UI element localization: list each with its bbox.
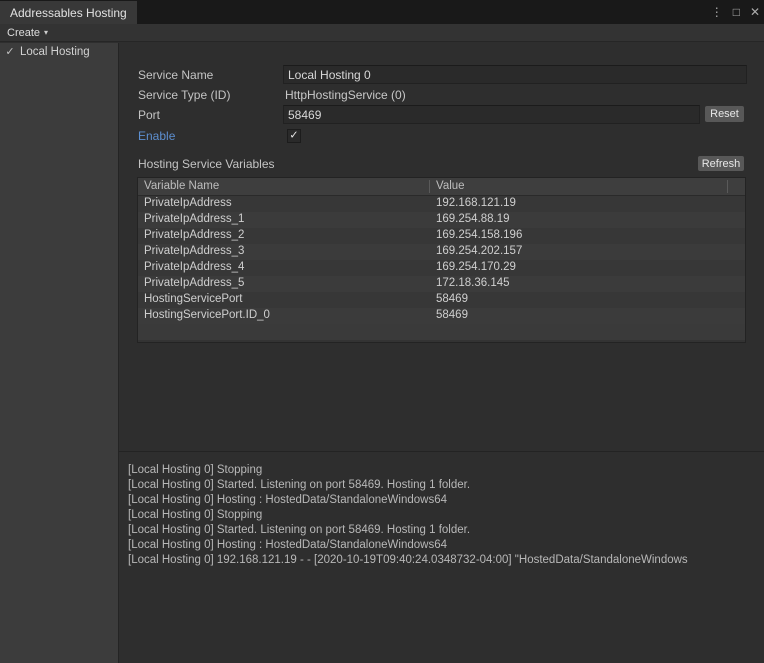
variables-table-body: PrivateIpAddress 192.168.121.19 PrivateI… — [138, 196, 745, 340]
variable-value-cell: 172.18.36.145 — [436, 277, 510, 289]
variable-value-cell: 192.168.121.19 — [436, 197, 516, 209]
title-bar: Addressables Hosting ⋮ □ ✕ — [0, 0, 764, 24]
log-line: [Local Hosting 0] Started. Listening on … — [128, 523, 764, 538]
log-panel: [Local Hosting 0] Stopping [Local Hostin… — [119, 452, 764, 663]
log-line: [Local Hosting 0] 192.168.121.19 - - [20… — [128, 553, 764, 568]
table-row[interactable]: PrivateIpAddress_5 172.18.36.145 — [138, 276, 745, 292]
port-input[interactable]: 58469 — [283, 105, 700, 124]
service-detail-panel: Service Name Local Hosting 0 Service Typ… — [119, 43, 764, 663]
variable-value-cell: 58469 — [436, 293, 468, 305]
variable-value-cell: 169.254.158.196 — [436, 229, 522, 241]
service-name-input[interactable]: Local Hosting 0 — [283, 65, 747, 84]
variable-name-cell: HostingServicePort — [144, 293, 242, 305]
refresh-button-label: Refresh — [702, 158, 741, 170]
service-type-value: HttpHostingService (0) — [285, 88, 406, 102]
variable-value-cell: 58469 — [436, 309, 468, 321]
sidebar-item-label: Local Hosting — [20, 46, 90, 58]
log-line: [Local Hosting 0] Hosting : HostedData/S… — [128, 538, 764, 553]
log-line: [Local Hosting 0] Stopping — [128, 508, 764, 523]
sidebar-item-local-hosting[interactable]: ✓ Local Hosting — [0, 43, 118, 60]
refresh-button[interactable]: Refresh — [697, 155, 745, 172]
column-header-value: Value — [436, 180, 465, 192]
column-divider[interactable] — [429, 180, 430, 193]
column-divider[interactable] — [727, 180, 728, 193]
maximize-icon[interactable]: □ — [733, 6, 740, 18]
create-dropdown-button[interactable]: Create ▾ — [0, 24, 55, 41]
variable-value-cell: 169.254.202.157 — [436, 245, 522, 257]
log-line: [Local Hosting 0] Hosting : HostedData/S… — [128, 493, 764, 508]
table-row[interactable]: PrivateIpAddress_2 169.254.158.196 — [138, 228, 745, 244]
service-enabled-check-icon: ✓ — [3, 45, 17, 58]
reset-button[interactable]: Reset — [704, 105, 745, 123]
reset-button-label: Reset — [710, 108, 739, 120]
checkmark-icon: ✓ — [289, 130, 298, 141]
table-row[interactable]: HostingServicePort 58469 — [138, 292, 745, 308]
column-header-variable-name: Variable Name — [144, 180, 219, 192]
variable-name-cell: PrivateIpAddress_4 — [144, 261, 244, 273]
variable-name-cell: PrivateIpAddress_5 — [144, 277, 244, 289]
chevron-down-icon: ▾ — [44, 28, 48, 37]
log-line: [Local Hosting 0] Stopping — [128, 463, 764, 478]
variable-name-cell: PrivateIpAddress_2 — [144, 229, 244, 241]
kebab-menu-icon[interactable]: ⋮ — [711, 6, 723, 18]
tab-title: Addressables Hosting — [10, 6, 127, 20]
variable-name-cell: PrivateIpAddress_3 — [144, 245, 244, 257]
log-line: [Local Hosting 0] Started. Listening on … — [128, 478, 764, 493]
service-name-value: Local Hosting 0 — [288, 68, 371, 82]
variable-name-cell: HostingServicePort.ID_0 — [144, 309, 270, 321]
log-lines: [Local Hosting 0] Stopping [Local Hostin… — [128, 463, 764, 568]
variables-section-title: Hosting Service Variables — [138, 157, 275, 171]
service-type-label: Service Type (ID) — [138, 88, 230, 102]
table-row[interactable]: PrivateIpAddress 192.168.121.19 — [138, 196, 745, 212]
table-row[interactable]: PrivateIpAddress_1 169.254.88.19 — [138, 212, 745, 228]
variable-value-cell: 169.254.88.19 — [436, 213, 510, 225]
variable-name-cell: PrivateIpAddress — [144, 197, 232, 209]
enable-label: Enable — [138, 129, 175, 143]
close-icon[interactable]: ✕ — [750, 6, 760, 18]
variables-table: Variable Name Value PrivateIpAddress 192… — [137, 177, 746, 343]
variables-table-header: Variable Name Value — [138, 178, 745, 196]
toolbar: Create ▾ — [0, 24, 764, 42]
table-row[interactable]: HostingServicePort.ID_0 58469 — [138, 308, 745, 324]
tab-addressables-hosting[interactable]: Addressables Hosting — [0, 1, 137, 24]
table-row[interactable]: PrivateIpAddress_3 169.254.202.157 — [138, 244, 745, 260]
variable-value-cell: 169.254.170.29 — [436, 261, 516, 273]
port-value: 58469 — [288, 108, 321, 122]
table-row[interactable]: PrivateIpAddress_4 169.254.170.29 — [138, 260, 745, 276]
create-label: Create — [7, 27, 40, 39]
addressables-hosting-window: Addressables Hosting ⋮ □ ✕ Create ▾ ✓ Lo… — [0, 0, 764, 663]
enable-checkbox[interactable]: ✓ — [287, 129, 301, 143]
window-controls: ⋮ □ ✕ — [711, 0, 760, 24]
port-label: Port — [138, 108, 160, 122]
empty-table-row — [138, 324, 745, 340]
variable-name-cell: PrivateIpAddress_1 — [144, 213, 244, 225]
service-name-label: Service Name — [138, 68, 213, 82]
services-sidebar: ✓ Local Hosting — [0, 43, 118, 663]
